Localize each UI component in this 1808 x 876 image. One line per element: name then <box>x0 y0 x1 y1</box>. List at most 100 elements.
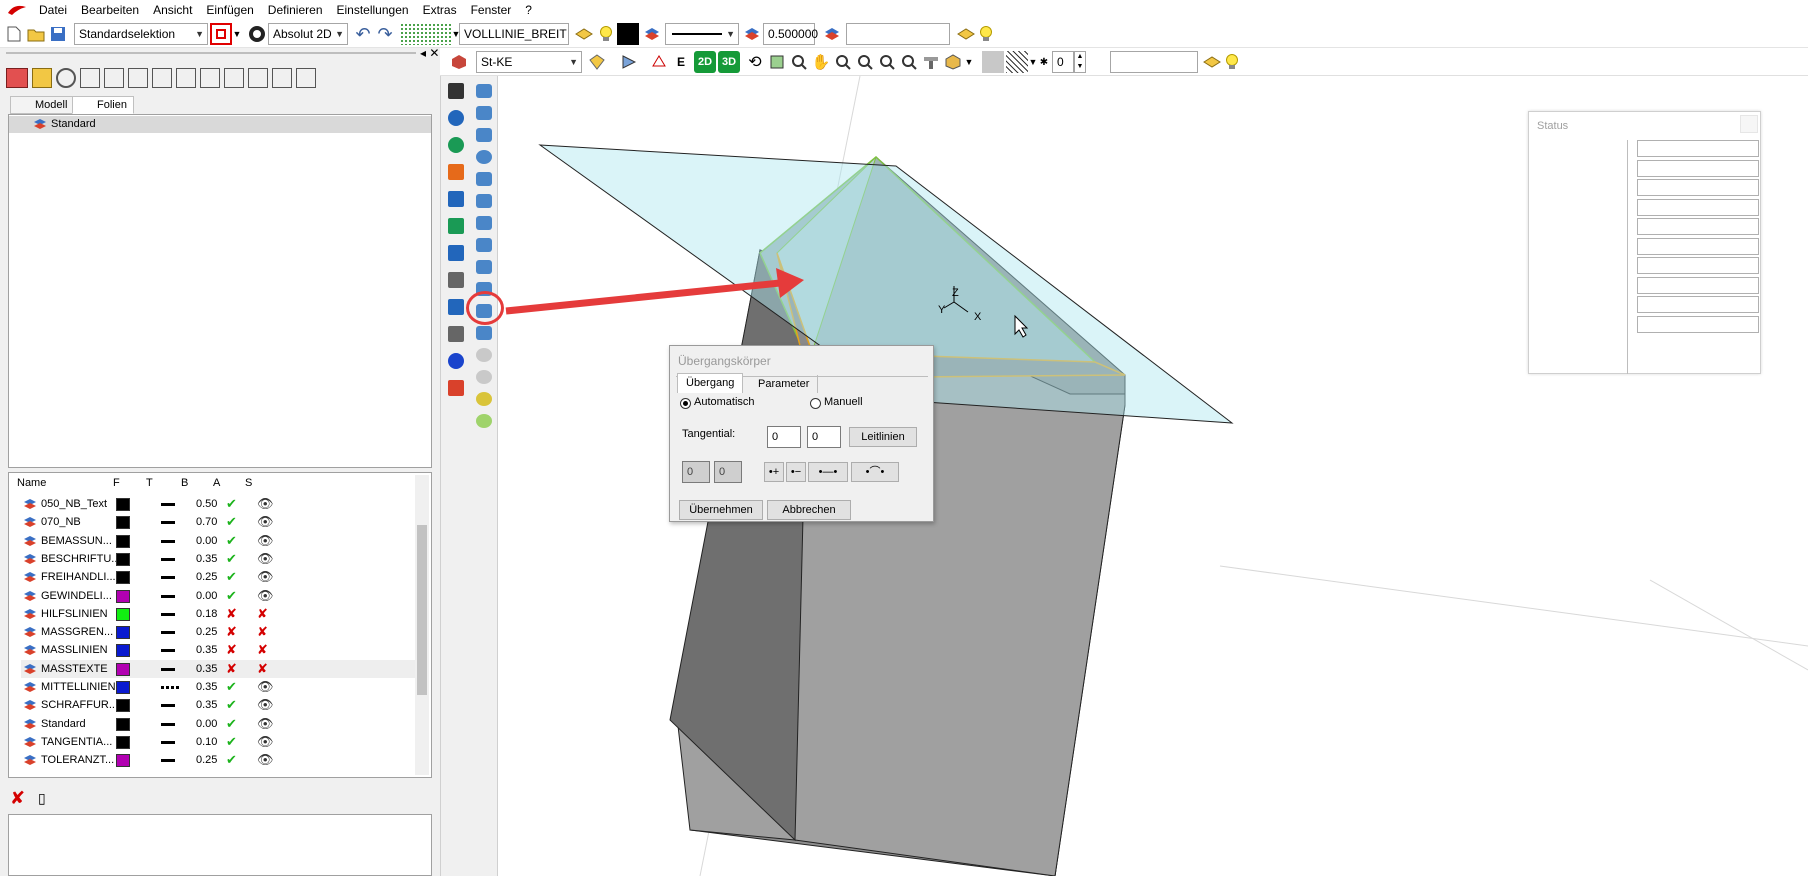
cube-tool-icon[interactable] <box>272 68 292 88</box>
layer-width[interactable]: 0.35 <box>196 550 217 568</box>
layer-row[interactable]: MASSLINIEN 0.35 ✘ ✘ <box>21 641 421 659</box>
selection-combo[interactable]: Standardselektion ▼ <box>74 23 208 45</box>
layer-linetype[interactable] <box>161 649 175 653</box>
zoom-out-icon[interactable] <box>854 51 876 73</box>
layer-scrollbar[interactable] <box>415 475 429 775</box>
list-tool-icon[interactable] <box>296 68 316 88</box>
zoom-prev-icon[interactable] <box>898 51 920 73</box>
plane-icon[interactable] <box>648 51 670 73</box>
hatch2-tool-icon[interactable] <box>444 323 468 345</box>
edit-e-icon[interactable]: E <box>670 51 692 73</box>
torus-tool-icon[interactable] <box>472 168 496 190</box>
text-tool-icon[interactable] <box>444 296 468 318</box>
layer-visible-icon[interactable]: ✘ <box>257 641 268 659</box>
layer-visible-icon[interactable]: ✘ <box>257 623 268 641</box>
layer-linetype[interactable] <box>161 759 175 763</box>
abbrechen-button[interactable]: Abbrechen <box>767 500 851 520</box>
delete-icon[interactable]: ✘ <box>10 788 25 809</box>
clean-icon[interactable]: ▯ <box>38 790 46 807</box>
layer-visible-icon[interactable]: 👁 <box>257 733 274 751</box>
layer-color-swatch[interactable] <box>116 626 130 640</box>
layer-row[interactable]: Standard 0.00 ✔ 👁 <box>21 715 421 733</box>
layer-visible-icon[interactable]: 👁 <box>257 532 274 550</box>
layer-visible-icon[interactable]: ✘ <box>257 605 268 623</box>
layer-active-icon[interactable]: ✔ <box>226 733 237 751</box>
layer-linetype[interactable] <box>161 521 175 525</box>
layer-width[interactable]: 0.50 <box>196 495 217 513</box>
menu-extras[interactable]: Extras <box>423 3 457 17</box>
radio-manuell[interactable] <box>810 398 821 409</box>
layer-visible-icon[interactable]: 👁 <box>257 587 274 605</box>
ball1-tool-icon[interactable] <box>472 344 496 366</box>
layer-active-icon[interactable]: ✔ <box>226 568 237 586</box>
layer-active-icon[interactable]: ✔ <box>226 587 237 605</box>
layer-linetype[interactable] <box>161 539 175 543</box>
dim-tool-icon[interactable] <box>176 68 196 88</box>
zoom-all-icon[interactable] <box>876 51 898 73</box>
add-point-icon[interactable]: •+ <box>764 462 784 482</box>
plate-tool-icon[interactable] <box>472 322 496 344</box>
pan-hand-icon[interactable]: ✋ <box>810 51 832 73</box>
folder-tool-icon[interactable] <box>32 68 52 88</box>
layer-row[interactable]: 070_NB 0.70 ✔ 👁 <box>21 513 421 531</box>
layer-active-icon[interactable]: ✔ <box>226 751 237 769</box>
menu-fenster[interactable]: Fenster <box>471 3 512 17</box>
lightbulb2-icon[interactable] <box>975 23 997 45</box>
menu-einstellungen[interactable]: Einstellungen <box>337 3 409 17</box>
layer-linetype[interactable] <box>161 740 175 744</box>
layers2-icon[interactable] <box>821 23 843 45</box>
layer-color-swatch[interactable] <box>116 589 130 603</box>
layer-visible-icon[interactable]: 👁 <box>257 678 274 696</box>
layer-linetype[interactable] <box>161 557 175 561</box>
zoom-in-icon[interactable] <box>832 51 854 73</box>
menu-definieren[interactable]: Definieren <box>268 3 323 17</box>
layer-linetype[interactable] <box>161 686 179 689</box>
remove-point-icon[interactable]: •− <box>786 462 806 482</box>
tab-folien[interactable]: Folien <box>72 96 134 114</box>
layer-row[interactable]: TOLERANZT... 0.25 ✔ 👁 <box>21 751 421 769</box>
material-combo[interactable]: St-KE ▼ <box>476 51 582 73</box>
snap-tool-icon[interactable] <box>224 68 244 88</box>
redo-icon[interactable]: ↷ <box>374 23 396 45</box>
tangential-field-b[interactable]: 0 <box>807 426 841 448</box>
spin-buttons[interactable]: ▲ ▼ <box>1074 51 1086 73</box>
layer-color-swatch[interactable] <box>116 662 130 676</box>
linestyle-combo[interactable]: ▼ <box>665 23 739 45</box>
layer-color-swatch[interactable] <box>116 644 130 658</box>
eraser-icon[interactable] <box>444 377 468 399</box>
dim2-tool-icon[interactable] <box>444 269 468 291</box>
layer-linetype[interactable] <box>161 594 175 598</box>
layer-active-icon[interactable]: ✔ <box>226 715 237 733</box>
layer-color-swatch[interactable] <box>116 681 130 694</box>
layer-row[interactable]: HILFSLINIEN 0.18 ✘ ✘ <box>21 605 421 623</box>
layer-width[interactable]: 0.10 <box>196 733 217 751</box>
globe-tool-icon[interactable] <box>444 134 468 156</box>
small-field-a[interactable]: 0 <box>682 461 710 483</box>
tab-parameter[interactable]: Parameter <box>750 375 819 393</box>
layer-color-swatch[interactable] <box>116 699 130 713</box>
layer-row[interactable]: TANGENTIA... 0.10 ✔ 👁 <box>21 733 421 751</box>
col-t-header[interactable]: T <box>146 477 153 489</box>
layer-row[interactable]: GEWINDELI... 0.00 ✔ 👁 <box>21 587 421 605</box>
layer-color-swatch[interactable] <box>116 735 130 749</box>
pen-tool-icon[interactable] <box>444 161 468 183</box>
layer-linetype[interactable] <box>161 576 175 580</box>
sphere-tool-icon[interactable] <box>444 107 468 129</box>
status-close-button[interactable] <box>1740 115 1758 133</box>
col-b-header[interactable]: B <box>181 477 188 489</box>
layer-pick-icon[interactable] <box>573 23 595 45</box>
grid-toggle-icon[interactable] <box>400 23 452 45</box>
tree-item-selected[interactable]: Standard <box>9 116 431 133</box>
menu-datei[interactable]: Datei <box>39 3 67 17</box>
ball4-tool-icon[interactable] <box>472 410 496 432</box>
layers-icon[interactable] <box>641 23 663 45</box>
doc-tool-icon[interactable] <box>128 68 148 88</box>
save-icon[interactable] <box>47 23 69 45</box>
material-icon[interactable] <box>448 51 470 73</box>
line-segment-icon[interactable]: •—• <box>808 462 848 482</box>
layer-row[interactable]: MITTELLINIEN 0.35 ✔ 👁 <box>21 678 421 696</box>
layer-active-icon[interactable]: ✔ <box>226 495 237 513</box>
layer-width[interactable]: 0.00 <box>196 715 217 733</box>
col-a-header[interactable]: A <box>213 477 220 489</box>
col-s-header[interactable]: S <box>245 477 252 489</box>
